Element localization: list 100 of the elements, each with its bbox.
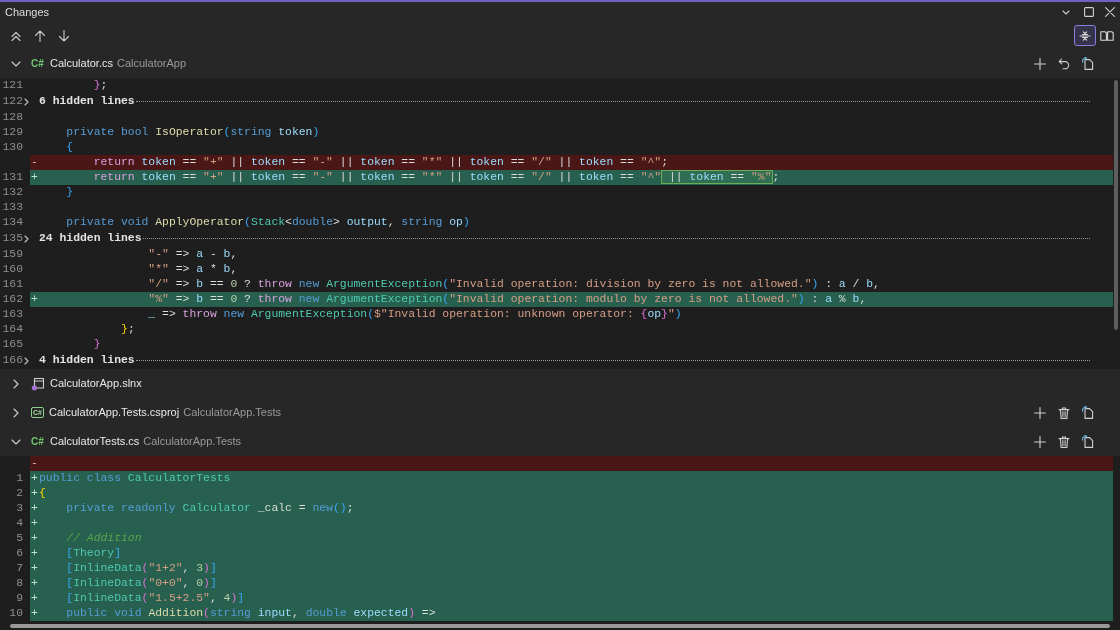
file-name[interactable]: Calculator.cs: [50, 55, 113, 72]
arrow-up-icon[interactable]: [34, 29, 46, 42]
line-number: 132: [1, 185, 23, 200]
code-line: {: [39, 486, 46, 501]
code-line: public class CalculatorTests: [39, 471, 231, 486]
document-icon[interactable]: [1082, 406, 1094, 419]
code-line: [InlineData("1+2", 3)]: [65, 561, 217, 576]
code-line: };: [92, 78, 108, 93]
line-number: 131: [1, 170, 23, 185]
hidden-lines-label[interactable]: 24 hidden lines: [39, 231, 142, 246]
close-icon[interactable]: [1105, 7, 1115, 17]
code-line: "-" => a - b,: [147, 247, 238, 262]
document-icon[interactable]: [1082, 57, 1094, 70]
line-number: 163: [1, 307, 23, 322]
line-number: 122: [1, 94, 23, 109]
line-number: 134: [1, 215, 23, 230]
code-line: [InlineData("1.5+2.5", 4)]: [65, 591, 245, 606]
project-name: CalculatorApp.Tests: [143, 434, 242, 450]
code-line: private bool IsOperator(string token): [65, 125, 320, 140]
trash-icon[interactable]: [1058, 406, 1070, 419]
code-line: {: [65, 140, 74, 155]
double-chevron-up-icon[interactable]: [10, 29, 22, 42]
file-name[interactable]: CalculatorApp.Tests.csproj: [48, 404, 180, 421]
line-number: 130: [1, 140, 23, 155]
diff-marker: -: [30, 456, 39, 471]
window-title: Changes: [5, 5, 50, 20]
line-number: 5: [15, 531, 23, 546]
expand-chevron-icon[interactable]: [24, 234, 29, 243]
line-number: 10: [8, 606, 23, 621]
line-number: 162: [1, 292, 23, 307]
code-line: // Addition: [65, 531, 142, 546]
diff-marker: +: [30, 471, 39, 486]
line-number: 128: [1, 110, 23, 125]
file-name[interactable]: CalculatorTests.cs: [50, 433, 140, 450]
solution-file-icon: [31, 376, 45, 391]
diff-marker: +: [30, 546, 39, 561]
line-number: 121: [1, 78, 23, 93]
arrow-down-icon[interactable]: [58, 29, 70, 42]
chevron-right-icon[interactable]: [13, 378, 19, 389]
code-line: return token == "+" || token == "-" || token == "*" || token == "/" || token == "^" || token == "%";: [92, 170, 780, 185]
diff-marker: +: [30, 591, 39, 606]
hidden-lines-label[interactable]: 6 hidden lines: [39, 94, 135, 109]
inline-view-button[interactable]: [1074, 25, 1096, 46]
code-line: [Theory]: [65, 546, 122, 561]
expand-chevron-icon[interactable]: [24, 356, 29, 365]
line-number: 165: [1, 337, 23, 352]
line-number: 135: [1, 231, 23, 246]
line-number: 129: [1, 125, 23, 140]
code-line: public void Addition(string input, double expected) =>: [65, 606, 436, 621]
line-number: 2: [15, 486, 23, 501]
diff-marker: +: [30, 531, 39, 546]
line-number: 166: [1, 353, 23, 368]
line-number: 164: [1, 322, 23, 337]
plus-icon[interactable]: [1034, 57, 1046, 70]
chevron-down-icon[interactable]: [11, 438, 21, 445]
project-name: CalculatorApp: [117, 56, 187, 72]
chevron-down-icon[interactable]: [1062, 9, 1070, 15]
chevron-right-icon[interactable]: [13, 407, 19, 418]
hidden-lines-label[interactable]: 4 hidden lines: [39, 353, 135, 368]
code-line: private void ApplyOperator(Stack<double> output, string op): [65, 215, 470, 230]
scrollbar-thumb[interactable]: [1114, 80, 1118, 330]
code-line: [InlineData("0+0", 0)]: [65, 576, 217, 591]
maximize-icon[interactable]: [1084, 7, 1094, 17]
document-icon[interactable]: [1082, 435, 1094, 448]
line-number: 9: [15, 591, 23, 606]
line-number: 6: [15, 546, 23, 561]
expand-chevron-icon[interactable]: [24, 97, 29, 106]
plus-icon[interactable]: [1034, 406, 1046, 419]
code-line: };: [120, 322, 135, 337]
scrollbar-thumb[interactable]: [10, 623, 1110, 628]
side-by-side-icon: [1100, 30, 1114, 41]
code-line: _ => throw new ArgumentException($"Invalid operation: unknown operator: {op}"): [147, 307, 682, 322]
diff-marker: +: [30, 170, 39, 185]
csharp-file-icon: C#: [31, 57, 45, 70]
csharp-file-icon: C#: [31, 435, 45, 448]
diff-marker: +: [30, 576, 39, 591]
diff-marker: +: [30, 516, 39, 531]
code-line: }: [92, 337, 101, 352]
diff-marker: +: [30, 501, 39, 516]
trash-icon[interactable]: [1058, 435, 1070, 448]
code-line: "/" => b == 0 ? throw new ArgumentException("Invalid operation: division by zero is not allowed.") : a / b,: [147, 277, 880, 292]
code-line: private readonly Calculator _calc = new();: [65, 501, 354, 516]
undo-icon[interactable]: [1058, 57, 1070, 70]
file-name[interactable]: CalculatorApp.slnx: [50, 375, 142, 392]
project-name: CalculatorApp.Tests: [183, 405, 281, 421]
plus-icon[interactable]: [1034, 435, 1046, 448]
line-number: 4: [15, 516, 23, 531]
diff-marker: -: [30, 155, 39, 170]
code-line: }: [65, 185, 74, 200]
line-number: 8: [15, 576, 23, 591]
line-number: 7: [15, 561, 23, 576]
line-number: 161: [1, 277, 23, 292]
line-number: 159: [1, 247, 23, 262]
chevron-down-icon[interactable]: [11, 60, 21, 67]
diff-marker: +: [30, 486, 39, 501]
line-number: 160: [1, 262, 23, 277]
line-number: 1: [15, 471, 23, 486]
diff-marker: +: [30, 292, 39, 307]
line-number: 3: [15, 501, 23, 516]
diff-marker: +: [30, 561, 39, 576]
